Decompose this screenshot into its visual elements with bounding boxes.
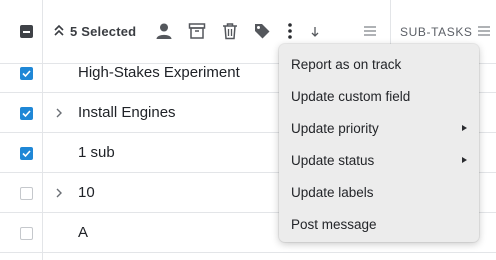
submenu-arrow-icon [462, 125, 467, 131]
menu-item-label: Update custom field [291, 89, 411, 104]
person-icon[interactable] [153, 20, 175, 42]
row-name[interactable]: 1 sub [78, 144, 115, 161]
row-checkbox[interactable] [20, 147, 33, 160]
row-checkbox[interactable] [20, 187, 33, 200]
subtasks-column-menu-icon[interactable] [478, 26, 490, 36]
menu-item-update-status[interactable]: Update status [279, 144, 479, 176]
more-vertical-icon[interactable] [279, 20, 301, 42]
sort-down-icon[interactable] [304, 20, 326, 42]
menu-item-report-on-track[interactable]: Report as on track [279, 48, 479, 80]
menu-item-label: Post message [291, 217, 377, 232]
menu-item-label: Update priority [291, 121, 379, 136]
row-checkbox[interactable] [20, 227, 33, 240]
menu-item-label: Update labels [291, 185, 374, 200]
selected-count: 5 Selected [70, 24, 137, 39]
row-checkbox[interactable] [20, 67, 33, 80]
menu-item-label: Report as on track [291, 57, 402, 72]
task-table: 5 Selected SUB-TASKS High-Stakes Experim… [0, 0, 496, 260]
menu-item-update-labels[interactable]: Update labels [279, 176, 479, 208]
collapse-icon[interactable] [53, 23, 65, 39]
row-name[interactable]: 10 [78, 184, 95, 201]
tag-icon[interactable] [251, 20, 273, 42]
archive-icon[interactable] [186, 20, 208, 42]
subtasks-column-header[interactable]: SUB-TASKS [400, 25, 473, 39]
submenu-arrow-icon [462, 157, 467, 163]
row-checkbox[interactable] [20, 107, 33, 120]
chevron-right-icon[interactable] [55, 187, 63, 199]
row-name[interactable]: High-Stakes Experiment [78, 64, 240, 81]
bulk-actions-menu: Report as on track Update custom field U… [279, 44, 479, 242]
menu-item-update-priority[interactable]: Update priority [279, 112, 479, 144]
chevron-right-icon[interactable] [55, 107, 63, 119]
menu-item-update-custom-field[interactable]: Update custom field [279, 80, 479, 112]
select-all-checkbox[interactable] [20, 25, 33, 38]
row-name[interactable]: A [78, 224, 88, 241]
menu-item-label: Update status [291, 153, 375, 168]
trash-icon[interactable] [219, 20, 241, 42]
row-name[interactable]: Install Engines [78, 104, 176, 121]
menu-item-post-message[interactable]: Post message [279, 208, 479, 240]
column-menu-icon[interactable] [359, 20, 381, 42]
